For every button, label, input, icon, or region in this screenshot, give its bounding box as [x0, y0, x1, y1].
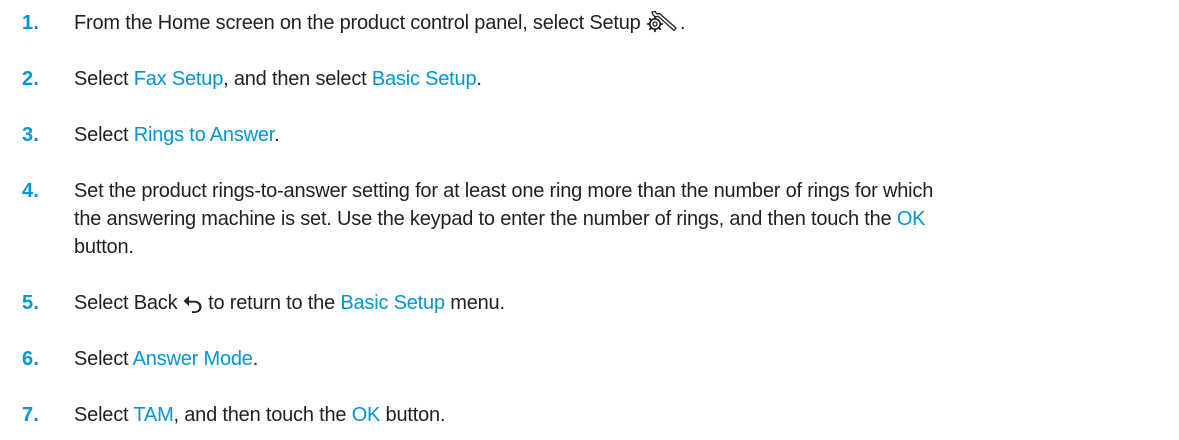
step-text-line: the answering machine is set. Use the ke… [74, 205, 1164, 233]
instruction-steps: 1. From the Home screen on the product c… [0, 0, 1179, 440]
step-number: 2. [22, 68, 40, 90]
ok-link[interactable]: OK [897, 208, 926, 230]
step-text-part: Select [74, 68, 134, 90]
step-text-part: . [476, 68, 482, 90]
step-text-part: . [679, 12, 686, 34]
step-number: 7. [22, 404, 40, 426]
step-text-part: menu. [444, 292, 505, 314]
back-arrow-icon [183, 293, 203, 321]
step-text: Select Fax Setup, and then select Basic … [74, 65, 1164, 93]
step-text: Select Answer Mode. [74, 345, 1164, 373]
step-text-line: Set the product rings-to-answer setting … [74, 180, 934, 202]
step-text-part: , and then select [223, 68, 372, 90]
fax-setup-link[interactable]: Fax Setup [134, 68, 224, 90]
answer-mode-link[interactable]: Answer Mode [133, 348, 253, 370]
ok-link[interactable]: OK [352, 404, 381, 426]
step-number: 4. [22, 180, 40, 202]
step-text: Set the product rings-to-answer setting … [74, 177, 1164, 261]
step-text-part: Select [74, 404, 134, 426]
step-text-part: the answering machine is set. Use the ke… [74, 208, 897, 230]
step-text: Select Back to return to the Basic Setup… [74, 289, 1164, 321]
step-text: From the Home screen on the product cont… [74, 9, 1164, 41]
basic-setup-link[interactable]: Basic Setup [372, 68, 477, 90]
step-number: 5. [22, 292, 40, 314]
step-number: 1. [22, 12, 40, 34]
step-number: 6. [22, 348, 40, 370]
step-text-part: From the Home screen on the product cont… [74, 12, 646, 34]
step-number: 3. [22, 124, 40, 146]
step-text-line: button. [74, 236, 134, 258]
step-text-part: Select [74, 348, 133, 370]
step-text-part: , and then touch the [173, 404, 352, 426]
step-text-part: button. [380, 404, 446, 426]
tam-link[interactable]: TAM [133, 404, 173, 426]
rings-to-answer-link[interactable]: Rings to Answer [134, 124, 275, 146]
step-text-part: Select Back [74, 292, 183, 314]
step-text-part: . [274, 124, 280, 146]
step-text-part: . [252, 348, 259, 370]
step-text-part: Select [74, 124, 134, 146]
step-text: Select TAM, and then touch the OK button… [74, 401, 1164, 429]
basic-setup-link[interactable]: Basic Setup [340, 292, 445, 314]
step-text-part: to return to the [202, 292, 341, 314]
step-text: Select Rings to Answer. [74, 121, 1164, 149]
wrench-gear-icon [646, 9, 680, 41]
